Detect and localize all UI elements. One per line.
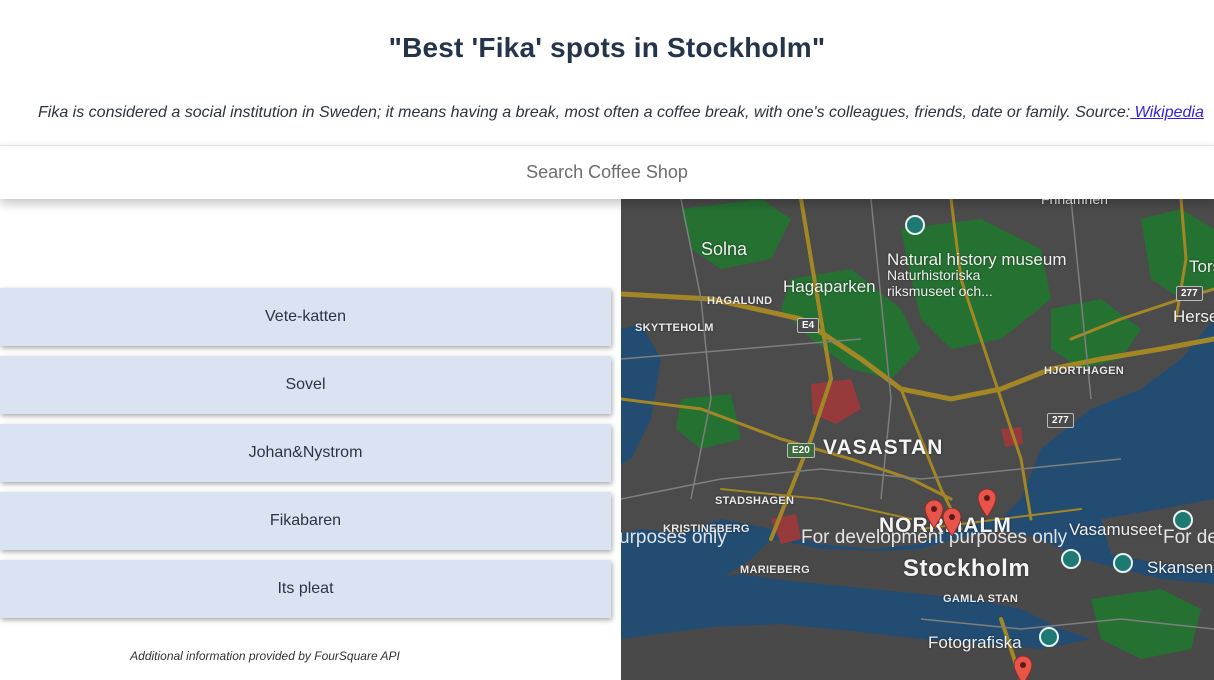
map-label-naturhistoriska-2: riksmuseet och... bbox=[887, 283, 993, 299]
museum-icon[interactable] bbox=[1113, 553, 1133, 573]
subtitle-text: Fika is considered a social institution … bbox=[38, 104, 1131, 121]
page: "Best 'Fika' spots in Stockholm" Fika is… bbox=[0, 0, 1214, 680]
map-label-tors: Tors bbox=[1189, 257, 1214, 276]
road-shield-e20: E20 bbox=[787, 443, 815, 458]
map-label-stockholm: Stockholm bbox=[903, 555, 1031, 582]
dev-watermark: urposes only bbox=[621, 527, 727, 548]
map-label-hagaparken: Hagaparken bbox=[783, 277, 876, 296]
museum-icon[interactable] bbox=[1173, 510, 1193, 530]
map-marker-icon[interactable] bbox=[978, 489, 996, 517]
page-title: "Best 'Fika' spots in Stockholm" bbox=[388, 32, 826, 63]
search-bar bbox=[0, 145, 1214, 199]
map-label-hjorthagen: HJORTHAGEN bbox=[1044, 365, 1125, 377]
wikipedia-link[interactable]: Wikipedia bbox=[1130, 104, 1204, 121]
map-label-hagalund: HAGALUND bbox=[707, 295, 773, 307]
list-item-sovel[interactable]: Sovel bbox=[0, 356, 611, 414]
map-marker-icon[interactable] bbox=[943, 508, 961, 536]
map-label-vasamuseet: Vasamuseet bbox=[1069, 520, 1163, 539]
map-label-fotografiska: Fotografiska bbox=[928, 633, 1022, 652]
museum-icon[interactable] bbox=[1039, 627, 1059, 647]
list-item-fikabaren[interactable]: Fikabaren bbox=[0, 492, 611, 550]
dev-watermark: For development purposes only bbox=[801, 527, 1068, 548]
museum-icon[interactable] bbox=[905, 215, 925, 235]
search-input[interactable] bbox=[0, 146, 1214, 199]
map-label-naturhistoriska-1: Naturhistoriska bbox=[887, 267, 981, 283]
map-label-vasastan: VASASTAN bbox=[823, 436, 944, 459]
list-item-vete-katten[interactable]: Vete-katten bbox=[0, 288, 611, 346]
museum-icon[interactable] bbox=[1061, 549, 1081, 569]
road-shield-277: 277 bbox=[1047, 413, 1074, 428]
map-marker-icon[interactable] bbox=[1014, 656, 1032, 680]
map-label-gamla-stan: GAMLA STAN bbox=[943, 593, 1019, 605]
map[interactable]: Solna Hagaparken HAGALUND SKYTTEHOLM Nat… bbox=[621, 199, 1214, 680]
list-item-johan-nystrom[interactable]: Johan&Nystrom bbox=[0, 424, 611, 482]
map-label-marieberg: MARIEBERG bbox=[740, 564, 810, 576]
map-marker-icon[interactable] bbox=[925, 500, 943, 528]
map-label-hers: Herse bbox=[1173, 307, 1214, 326]
map-label-skytteholm: SKYTTEHOLM bbox=[635, 322, 714, 334]
dev-watermark: For de bbox=[1163, 527, 1214, 548]
map-label-solna: Solna bbox=[701, 239, 748, 259]
road-shield-e4: E4 bbox=[797, 318, 820, 333]
map-label-skansen: Skansen bbox=[1147, 558, 1214, 577]
coffee-shop-list: Vete-katten Sovel Johan&Nystrom Fikabare… bbox=[0, 288, 611, 628]
road-shield-277: 277 bbox=[1176, 286, 1203, 301]
foursquare-attribution: Additional information provided by FourS… bbox=[130, 649, 400, 663]
map-label-stadshagen: STADSHAGEN bbox=[715, 495, 795, 507]
map-label-frihamnen: Frihamnen bbox=[1041, 199, 1108, 207]
page-subtitle: Fika is considered a social institution … bbox=[0, 104, 1214, 122]
list-item-its-pleat[interactable]: Its pleat bbox=[0, 560, 611, 618]
